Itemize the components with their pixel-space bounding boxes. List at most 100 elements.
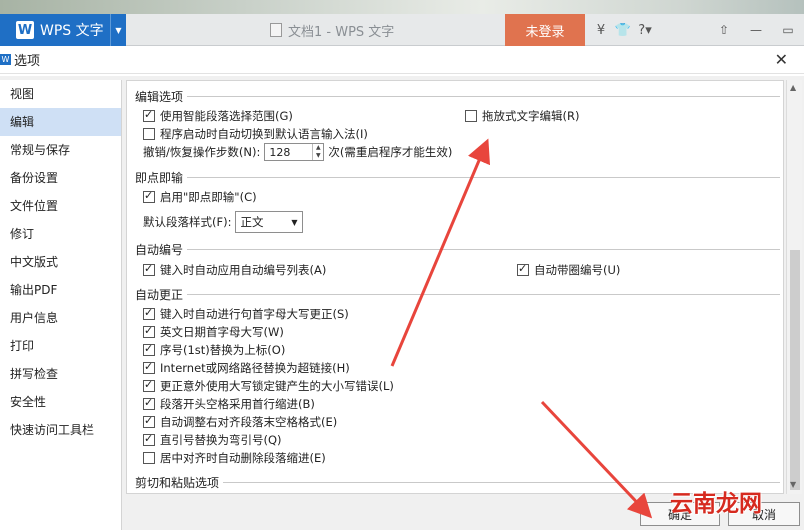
sidebar-item-backup[interactable]: 备份设置 xyxy=(0,164,121,192)
login-button[interactable]: 未登录 xyxy=(505,14,585,46)
checkbox-box[interactable] xyxy=(143,360,155,374)
undo-steps-stepper[interactable]: 128 ▲ ▼ xyxy=(264,143,325,161)
document-icon xyxy=(270,23,282,37)
checkbox-box[interactable] xyxy=(143,324,155,338)
autocorrect-option-checkbox[interactable]: 序号(1st)替换为上标(O) xyxy=(143,342,285,358)
stepper-arrows-icon[interactable]: ▲ ▼ xyxy=(312,144,323,160)
section-title: 自动更正 xyxy=(135,288,184,302)
skin-icon[interactable]: ¥ xyxy=(590,23,612,38)
title-toolbar: ¥ 👕 ?▾ xyxy=(590,14,656,46)
sidebar-item-print[interactable]: 打印 xyxy=(0,332,121,360)
option-label: 程序启动时自动切换到默认语言输入法(I) xyxy=(160,127,368,141)
drag-drop-text-checkbox[interactable]: 拖放式文字编辑(R) xyxy=(465,108,579,124)
option-label: 段落开头空格采用首行缩进(B) xyxy=(160,397,315,411)
checkbox-box[interactable] xyxy=(143,342,155,356)
sidebar-item-export-pdf[interactable]: 输出PDF xyxy=(0,276,121,304)
option-label: 拖放式文字编辑(R) xyxy=(482,109,580,123)
undo-steps-note: 次(需重启程序才能生效) xyxy=(328,145,453,159)
watermark-logo: 云南龙网 xyxy=(670,491,762,517)
wps-logo-icon: W xyxy=(16,21,34,39)
option-label: 英文日期首字母大写(W) xyxy=(160,325,284,339)
sidebar-item-quick-access-toolbar[interactable]: 快速访问工具栏 xyxy=(0,416,121,444)
autocorrect-option-checkbox[interactable]: Internet或网络路径替换为超链接(H) xyxy=(143,360,350,376)
divider xyxy=(187,96,780,97)
smart-paragraph-select-checkbox[interactable]: 使用智能段落选择范围(G) xyxy=(143,108,293,124)
options-panel: 编辑选项 使用智能段落选择范围(G) 拖放式文字编辑(R) 程序启动时自动切换到… xyxy=(126,80,784,494)
autocorrect-option-checkbox[interactable]: 键入时自动进行句首字母大写更正(S) xyxy=(143,306,349,322)
option-label: 居中对齐时自动删除段落缩进(E) xyxy=(160,451,326,465)
sidebar-item-security[interactable]: 安全性 xyxy=(0,388,121,416)
maximize-icon[interactable]: ▭ xyxy=(772,23,804,37)
divider xyxy=(223,482,780,483)
default-style-label: 默认段落样式(F): xyxy=(143,215,232,229)
checkbox-box[interactable] xyxy=(143,452,155,464)
section-title: 即点即输 xyxy=(135,171,184,185)
sidebar-item-spell-check[interactable]: 拼写检查 xyxy=(0,360,121,388)
autocorrect-option-checkbox[interactable]: 英文日期首字母大写(W) xyxy=(143,324,284,340)
checkbox-box[interactable] xyxy=(143,414,155,428)
options-scrollbar[interactable]: ▲ ▼ xyxy=(786,80,802,494)
checkbox-box[interactable] xyxy=(143,128,155,140)
close-icon[interactable]: ✕ xyxy=(775,50,788,69)
checkbox-box[interactable] xyxy=(465,110,477,122)
auto-circle-number-checkbox[interactable]: 自动带圈编号(U) xyxy=(517,262,620,278)
dialog-app-icon: W xyxy=(0,54,11,65)
option-label: 键入时自动进行句首字母大写更正(S) xyxy=(160,307,349,321)
scroll-down-icon[interactable]: ▼ xyxy=(790,480,796,489)
sidebar-item-edit[interactable]: 编辑 xyxy=(0,108,121,136)
checkbox-box[interactable] xyxy=(143,378,155,392)
autocorrect-option-checkbox[interactable]: 段落开头空格采用首行缩进(B) xyxy=(143,396,315,412)
sidebar-item-file-location[interactable]: 文件位置 xyxy=(0,192,121,220)
minimize-icon[interactable]: — xyxy=(740,23,772,37)
undo-steps-value[interactable]: 128 xyxy=(265,146,312,159)
section-title: 编辑选项 xyxy=(135,90,184,104)
undo-steps-label: 撤销/恢复操作步数(N): xyxy=(143,145,261,159)
section-autocorrect: 自动更正 xyxy=(135,286,780,303)
help-icon[interactable]: ?▾ xyxy=(634,23,656,38)
wps-app-menu-button[interactable]: W WPS 文字 ▼ xyxy=(0,14,126,46)
checkbox-box[interactable] xyxy=(143,306,155,320)
sidebar-item-general-save[interactable]: 常规与保存 xyxy=(0,136,121,164)
switch-ime-checkbox[interactable]: 程序启动时自动切换到默认语言输入法(I) xyxy=(143,126,368,142)
option-label: 启用"即点即输"(C) xyxy=(160,190,257,204)
autocorrect-option-checkbox[interactable]: 自动调整右对齐段落末空格格式(E) xyxy=(143,414,337,430)
checkbox-box[interactable] xyxy=(143,108,155,122)
pin-icon[interactable]: ⇧ xyxy=(708,23,740,37)
section-edit-options: 编辑选项 xyxy=(135,88,780,105)
divider xyxy=(187,177,780,178)
scrollbar-thumb[interactable] xyxy=(790,250,800,490)
checkbox-box[interactable] xyxy=(143,262,155,276)
option-label: 键入时自动应用自动编号列表(A) xyxy=(160,263,327,277)
option-label: 序号(1st)替换为上标(O) xyxy=(160,343,286,357)
sidebar-item-revision[interactable]: 修订 xyxy=(0,220,121,248)
checkbox-box[interactable] xyxy=(143,432,155,446)
sidebar-item-user-info[interactable]: 用户信息 xyxy=(0,304,121,332)
section-auto-numbering: 自动编号 xyxy=(135,241,780,258)
document-title-text: 文档1 - WPS 文字 xyxy=(288,24,395,40)
divider xyxy=(187,294,780,295)
app-name: WPS 文字 xyxy=(40,23,104,39)
section-click-and-type: 即点即输 xyxy=(135,169,780,186)
default-paragraph-style-row: 默认段落样式(F): 正文 ▼ xyxy=(143,211,304,233)
tshirt-icon[interactable]: 👕 xyxy=(612,23,634,38)
checkbox-box[interactable] xyxy=(143,396,155,410)
option-label: Internet或网络路径替换为超链接(H) xyxy=(160,361,350,375)
window-controls: ⇧ — ▭ xyxy=(708,14,804,46)
sidebar-item-view[interactable]: 视图 xyxy=(0,80,121,108)
scroll-up-icon[interactable]: ▲ xyxy=(790,83,796,92)
autocorrect-option-checkbox[interactable]: 直引号替换为弯引号(Q) xyxy=(143,432,282,448)
option-label: 更正意外使用大写锁定键产生的大小写错误(L) xyxy=(160,379,394,393)
section-title: 自动编号 xyxy=(135,243,184,257)
default-style-select[interactable]: 正文 ▼ xyxy=(235,211,304,233)
enable-click-and-type-checkbox[interactable]: 启用"即点即输"(C) xyxy=(143,189,257,205)
autocorrect-option-checkbox[interactable]: 居中对齐时自动删除段落缩进(E) xyxy=(143,450,326,466)
option-label: 自动调整右对齐段落末空格格式(E) xyxy=(160,415,338,429)
option-label: 直引号替换为弯引号(Q) xyxy=(160,433,282,447)
option-label: 自动带圈编号(U) xyxy=(534,263,621,277)
checkbox-box[interactable] xyxy=(143,189,155,203)
app-menu-dropdown-icon[interactable]: ▼ xyxy=(110,14,126,46)
checkbox-box[interactable] xyxy=(517,262,529,276)
auto-number-list-checkbox[interactable]: 键入时自动应用自动编号列表(A) xyxy=(143,262,326,278)
autocorrect-option-checkbox[interactable]: 更正意外使用大写锁定键产生的大小写错误(L) xyxy=(143,378,394,394)
sidebar-item-chinese-layout[interactable]: 中文版式 xyxy=(0,248,121,276)
